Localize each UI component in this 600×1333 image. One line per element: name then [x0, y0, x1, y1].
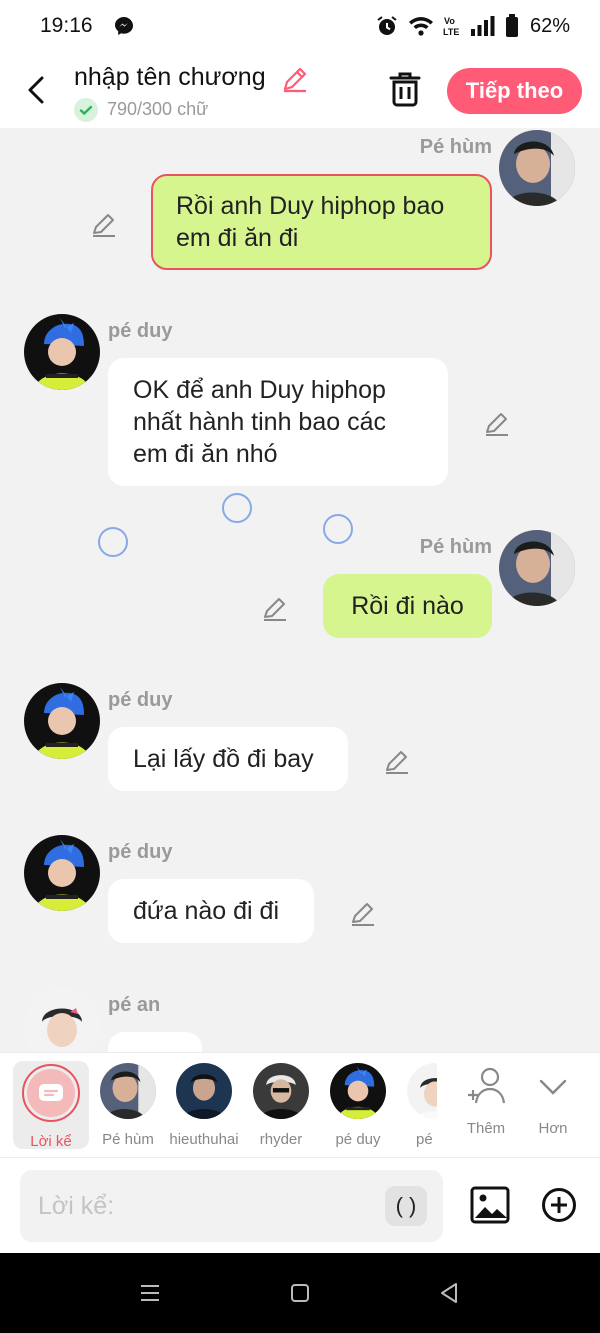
touch-indicator: [222, 493, 252, 523]
character-label: Pé hùm: [102, 1131, 154, 1148]
svg-text:Vo: Vo: [444, 16, 455, 26]
character-rhyder[interactable]: rhyder: [244, 1061, 318, 1149]
home-icon[interactable]: [288, 1281, 312, 1305]
volte-icon: VoLTE: [443, 16, 459, 37]
recent-apps-icon[interactable]: [138, 1281, 162, 1305]
svg-text:LTE: LTE: [443, 27, 459, 37]
character-pe-hum[interactable]: Pé hùm: [91, 1061, 165, 1149]
character-label: pé: [416, 1131, 433, 1148]
avatar-pe-duy[interactable]: [24, 314, 100, 390]
sender-name: pé duy: [108, 689, 173, 711]
more-button[interactable]: Hơn: [516, 1061, 590, 1149]
chat-area[interactable]: Pé hùm Rồi anh Duy hiphop bao em đi ăn đ…: [0, 128, 600, 1052]
character-pe-duy[interactable]: pé duy: [321, 1061, 395, 1149]
edit-message-icon[interactable]: [383, 747, 411, 775]
character-label: rhyder: [259, 1131, 303, 1148]
chevron-down-icon: [539, 1079, 567, 1095]
character-label: Lời kể: [30, 1133, 72, 1150]
battery-level: 62%: [529, 14, 570, 37]
character-label: pé duy: [335, 1131, 381, 1148]
sender-name: pé duy: [108, 320, 173, 342]
image-icon[interactable]: [470, 1186, 510, 1224]
system-nav-bar: [0, 1253, 600, 1333]
chapter-title[interactable]: nhập tên chương: [74, 63, 266, 92]
input-placeholder: Lời kể:: [38, 1192, 115, 1220]
add-person-icon: [468, 1067, 506, 1104]
character-pe-an[interactable]: pé: [397, 1061, 437, 1149]
add-circle-icon[interactable]: [541, 1187, 577, 1223]
edit-message-icon[interactable]: [261, 594, 289, 622]
avatar-pe-hum[interactable]: [499, 530, 575, 606]
edit-message-icon[interactable]: [483, 409, 511, 437]
message-bubble[interactable]: OK để anh Duy hiphop nhất hành tinh bao …: [108, 358, 448, 486]
status-time: 19:16: [40, 14, 93, 37]
avatar-pe-hum[interactable]: [499, 130, 575, 206]
back-arrow-icon[interactable]: [22, 72, 50, 108]
narration-input[interactable]: Lời kể: ( ): [20, 1170, 443, 1242]
character-label: Thêm: [466, 1120, 506, 1137]
message-bubble[interactable]: [108, 1032, 202, 1052]
alarm-icon: [377, 16, 397, 35]
wifi-icon: [408, 17, 433, 36]
trash-icon[interactable]: [387, 70, 423, 108]
input-bar: Lời kể: ( ): [0, 1158, 600, 1253]
add-character-button[interactable]: Thêm: [449, 1061, 523, 1149]
character-label: hieuthuhai: [169, 1131, 239, 1148]
messenger-icon: [115, 17, 133, 35]
check-icon: [74, 98, 98, 122]
sender-name: Pé hùm: [419, 136, 492, 158]
chapter-header: nhập tên chương 790/300 chữ Tiếp theo: [0, 52, 600, 128]
avatar-pe-duy[interactable]: [24, 683, 100, 759]
character-label: Hơn: [538, 1120, 568, 1137]
avatar-pe-an[interactable]: [24, 988, 100, 1052]
avatar-pe-duy[interactable]: [24, 835, 100, 911]
character-bar: Lời kể Pé hùm hieuthuhai rhyder pé duy p…: [0, 1052, 600, 1158]
next-button[interactable]: Tiếp theo: [447, 68, 582, 114]
battery-icon: [505, 14, 518, 37]
edit-message-icon[interactable]: [349, 899, 377, 927]
message-bubble[interactable]: Rồi đi nào: [323, 574, 492, 638]
parentheses-button[interactable]: ( ): [385, 1186, 427, 1226]
message-bubble[interactable]: đứa nào đi đi: [108, 879, 314, 943]
character-narrator[interactable]: Lời kể: [13, 1061, 89, 1150]
message-bubble[interactable]: Rồi anh Duy hiphop bao em đi ăn đi: [151, 174, 492, 270]
character-hieuthuhai[interactable]: hieuthuhai: [167, 1061, 241, 1149]
touch-indicator: [323, 514, 353, 544]
message-bubble[interactable]: Lại lấy đồ đi bay: [108, 727, 348, 791]
signal-icon: [470, 16, 495, 36]
sender-name: pé an: [108, 994, 161, 1016]
edit-message-icon[interactable]: [90, 210, 118, 238]
touch-indicator: [98, 527, 128, 557]
narration-icon: [39, 1084, 63, 1101]
status-bar: 19:16 Vo LTE 62%: [0, 0, 600, 52]
back-icon[interactable]: [437, 1281, 461, 1305]
edit-title-icon[interactable]: [280, 64, 310, 94]
sender-name: pé duy: [108, 841, 173, 863]
sender-name: Pé hùm: [419, 536, 492, 558]
word-count: 790/300 chữ: [107, 99, 209, 119]
